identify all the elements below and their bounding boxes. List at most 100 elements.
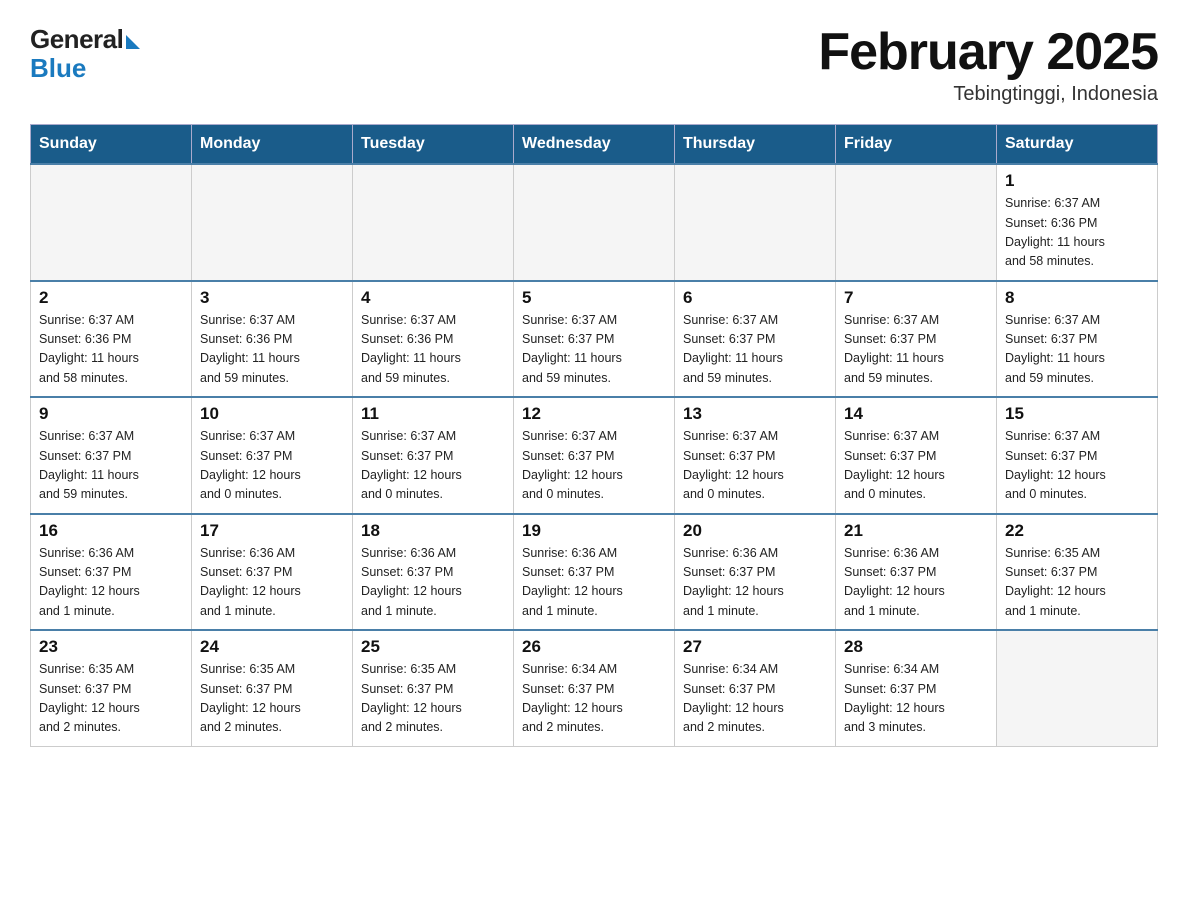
day-info: Sunrise: 6:37 AMSunset: 6:36 PMDaylight:… xyxy=(361,311,505,389)
day-info: Sunrise: 6:34 AMSunset: 6:37 PMDaylight:… xyxy=(522,660,666,738)
day-info: Sunrise: 6:35 AMSunset: 6:37 PMDaylight:… xyxy=(361,660,505,738)
logo-blue-text: Blue xyxy=(30,53,86,84)
calendar-cell-r0c2 xyxy=(353,164,514,281)
location-subtitle: Tebingtinggi, Indonesia xyxy=(818,83,1158,106)
day-number: 3 xyxy=(200,288,344,308)
weekday-header-tuesday: Tuesday xyxy=(353,125,514,165)
day-number: 16 xyxy=(39,521,183,541)
weekday-header-wednesday: Wednesday xyxy=(514,125,675,165)
calendar-cell-r1c6: 8Sunrise: 6:37 AMSunset: 6:37 PMDaylight… xyxy=(997,281,1158,398)
logo: General Blue xyxy=(30,24,140,84)
calendar-table: SundayMondayTuesdayWednesdayThursdayFrid… xyxy=(30,124,1158,747)
calendar-cell-r0c4 xyxy=(675,164,836,281)
day-info: Sunrise: 6:36 AMSunset: 6:37 PMDaylight:… xyxy=(683,544,827,622)
day-info: Sunrise: 6:37 AMSunset: 6:37 PMDaylight:… xyxy=(522,427,666,505)
calendar-cell-r0c5 xyxy=(836,164,997,281)
weekday-header-thursday: Thursday xyxy=(675,125,836,165)
day-info: Sunrise: 6:36 AMSunset: 6:37 PMDaylight:… xyxy=(39,544,183,622)
calendar-cell-r2c2: 11 Sunrise: 6:37 AMSunset: 6:37 PMDayligh… xyxy=(353,397,514,514)
calendar-row-4: 23 Sunrise: 6:35 AMSunset: 6:37 PMDayligh… xyxy=(31,630,1158,746)
calendar-cell-r4c1: 24 Sunrise: 6:35 AMSunset: 6:37 PMDayligh… xyxy=(192,630,353,746)
title-block: February 2025 Tebingtinggi, Indonesia xyxy=(818,24,1158,106)
day-info: Sunrise: 6:35 AMSunset: 6:37 PMDaylight:… xyxy=(1005,544,1149,622)
calendar-cell-r0c1 xyxy=(192,164,353,281)
calendar-row-1: 2 Sunrise: 6:37 AMSunset: 6:36 PMDaylight… xyxy=(31,281,1158,398)
day-number: 4 xyxy=(361,288,505,308)
day-number: 9 xyxy=(39,404,183,424)
calendar-cell-r1c3: 5 Sunrise: 6:37 AMSunset: 6:37 PMDaylight… xyxy=(514,281,675,398)
calendar-cell-r0c0 xyxy=(31,164,192,281)
day-info: Sunrise: 6:37 AMSunset: 6:37 PMDaylight:… xyxy=(39,427,183,505)
weekday-header-monday: Monday xyxy=(192,125,353,165)
calendar-cell-r3c2: 18Sunrise: 6:36 AMSunset: 6:37 PMDayligh… xyxy=(353,514,514,631)
main-title: February 2025 xyxy=(818,24,1158,81)
calendar-row-2: 9 Sunrise: 6:37 AMSunset: 6:37 PMDaylight… xyxy=(31,397,1158,514)
calendar-cell-r0c6: 1Sunrise: 6:37 AMSunset: 6:36 PMDaylight… xyxy=(997,164,1158,281)
calendar-cell-r3c0: 16 Sunrise: 6:36 AMSunset: 6:37 PMDayligh… xyxy=(31,514,192,631)
calendar-cell-r1c4: 6Sunrise: 6:37 AMSunset: 6:37 PMDaylight… xyxy=(675,281,836,398)
day-number: 27 xyxy=(683,637,827,657)
calendar-row-0: 1Sunrise: 6:37 AMSunset: 6:36 PMDaylight… xyxy=(31,164,1158,281)
calendar-cell-r4c6 xyxy=(997,630,1158,746)
day-info: Sunrise: 6:35 AMSunset: 6:37 PMDaylight:… xyxy=(39,660,183,738)
day-info: Sunrise: 6:37 AMSunset: 6:37 PMDaylight:… xyxy=(361,427,505,505)
day-info: Sunrise: 6:37 AMSunset: 6:37 PMDaylight:… xyxy=(1005,427,1149,505)
calendar-cell-r3c5: 21 Sunrise: 6:36 AMSunset: 6:37 PMDayligh… xyxy=(836,514,997,631)
calendar-header-row: SundayMondayTuesdayWednesdayThursdayFrid… xyxy=(31,125,1158,165)
day-number: 20 xyxy=(683,521,827,541)
calendar-cell-r1c2: 4 Sunrise: 6:37 AMSunset: 6:36 PMDaylight… xyxy=(353,281,514,398)
day-info: Sunrise: 6:36 AMSunset: 6:37 PMDaylight:… xyxy=(844,544,988,622)
calendar-cell-r4c5: 28Sunrise: 6:34 AMSunset: 6:37 PMDayligh… xyxy=(836,630,997,746)
day-info: Sunrise: 6:37 AMSunset: 6:37 PMDaylight:… xyxy=(522,311,666,389)
logo-general-text: General xyxy=(30,24,123,55)
calendar-cell-r3c4: 20 Sunrise: 6:36 AMSunset: 6:37 PMDayligh… xyxy=(675,514,836,631)
day-number: 19 xyxy=(522,521,666,541)
day-info: Sunrise: 6:37 AMSunset: 6:36 PMDaylight:… xyxy=(39,311,183,389)
calendar-cell-r2c5: 14Sunrise: 6:37 AMSunset: 6:37 PMDayligh… xyxy=(836,397,997,514)
calendar-row-3: 16 Sunrise: 6:36 AMSunset: 6:37 PMDayligh… xyxy=(31,514,1158,631)
calendar-cell-r0c3 xyxy=(514,164,675,281)
day-info: Sunrise: 6:36 AMSunset: 6:37 PMDaylight:… xyxy=(522,544,666,622)
day-number: 11 xyxy=(361,404,505,424)
day-info: Sunrise: 6:34 AMSunset: 6:37 PMDaylight:… xyxy=(683,660,827,738)
calendar-cell-r2c1: 10Sunrise: 6:37 AMSunset: 6:37 PMDayligh… xyxy=(192,397,353,514)
day-number: 12 xyxy=(522,404,666,424)
day-number: 17 xyxy=(200,521,344,541)
day-number: 25 xyxy=(361,637,505,657)
calendar-cell-r4c2: 25 Sunrise: 6:35 AMSunset: 6:37 PMDayligh… xyxy=(353,630,514,746)
calendar-cell-r1c1: 3Sunrise: 6:37 AMSunset: 6:36 PMDaylight… xyxy=(192,281,353,398)
day-info: Sunrise: 6:36 AMSunset: 6:37 PMDaylight:… xyxy=(200,544,344,622)
day-info: Sunrise: 6:37 AMSunset: 6:37 PMDaylight:… xyxy=(200,427,344,505)
calendar-cell-r4c4: 27 Sunrise: 6:34 AMSunset: 6:37 PMDayligh… xyxy=(675,630,836,746)
calendar-cell-r1c0: 2 Sunrise: 6:37 AMSunset: 6:36 PMDaylight… xyxy=(31,281,192,398)
day-number: 21 xyxy=(844,521,988,541)
day-info: Sunrise: 6:35 AMSunset: 6:37 PMDaylight:… xyxy=(200,660,344,738)
day-info: Sunrise: 6:36 AMSunset: 6:37 PMDaylight:… xyxy=(361,544,505,622)
calendar-cell-r2c3: 12 Sunrise: 6:37 AMSunset: 6:37 PMDayligh… xyxy=(514,397,675,514)
day-info: Sunrise: 6:37 AMSunset: 6:37 PMDaylight:… xyxy=(1005,311,1149,389)
calendar-cell-r3c1: 17 Sunrise: 6:36 AMSunset: 6:37 PMDayligh… xyxy=(192,514,353,631)
day-number: 23 xyxy=(39,637,183,657)
day-number: 1 xyxy=(1005,171,1149,191)
calendar-cell-r2c4: 13Sunrise: 6:37 AMSunset: 6:37 PMDayligh… xyxy=(675,397,836,514)
day-number: 5 xyxy=(522,288,666,308)
weekday-header-saturday: Saturday xyxy=(997,125,1158,165)
day-number: 2 xyxy=(39,288,183,308)
calendar-cell-r4c3: 26 Sunrise: 6:34 AMSunset: 6:37 PMDayligh… xyxy=(514,630,675,746)
day-number: 26 xyxy=(522,637,666,657)
weekday-header-friday: Friday xyxy=(836,125,997,165)
page-header: General Blue February 2025 Tebingtinggi,… xyxy=(30,24,1158,106)
day-info: Sunrise: 6:34 AMSunset: 6:37 PMDaylight:… xyxy=(844,660,988,738)
day-number: 7 xyxy=(844,288,988,308)
calendar-cell-r1c5: 7 Sunrise: 6:37 AMSunset: 6:37 PMDaylight… xyxy=(836,281,997,398)
day-number: 22 xyxy=(1005,521,1149,541)
day-info: Sunrise: 6:37 AMSunset: 6:37 PMDaylight:… xyxy=(844,311,988,389)
calendar-cell-r4c0: 23 Sunrise: 6:35 AMSunset: 6:37 PMDayligh… xyxy=(31,630,192,746)
day-info: Sunrise: 6:37 AMSunset: 6:37 PMDaylight:… xyxy=(844,427,988,505)
calendar-cell-r2c6: 15Sunrise: 6:37 AMSunset: 6:37 PMDayligh… xyxy=(997,397,1158,514)
day-number: 24 xyxy=(200,637,344,657)
calendar-cell-r3c6: 22 Sunrise: 6:35 AMSunset: 6:37 PMDayligh… xyxy=(997,514,1158,631)
day-info: Sunrise: 6:37 AMSunset: 6:37 PMDaylight:… xyxy=(683,311,827,389)
calendar-cell-r2c0: 9 Sunrise: 6:37 AMSunset: 6:37 PMDaylight… xyxy=(31,397,192,514)
calendar-cell-r3c3: 19 Sunrise: 6:36 AMSunset: 6:37 PMDayligh… xyxy=(514,514,675,631)
